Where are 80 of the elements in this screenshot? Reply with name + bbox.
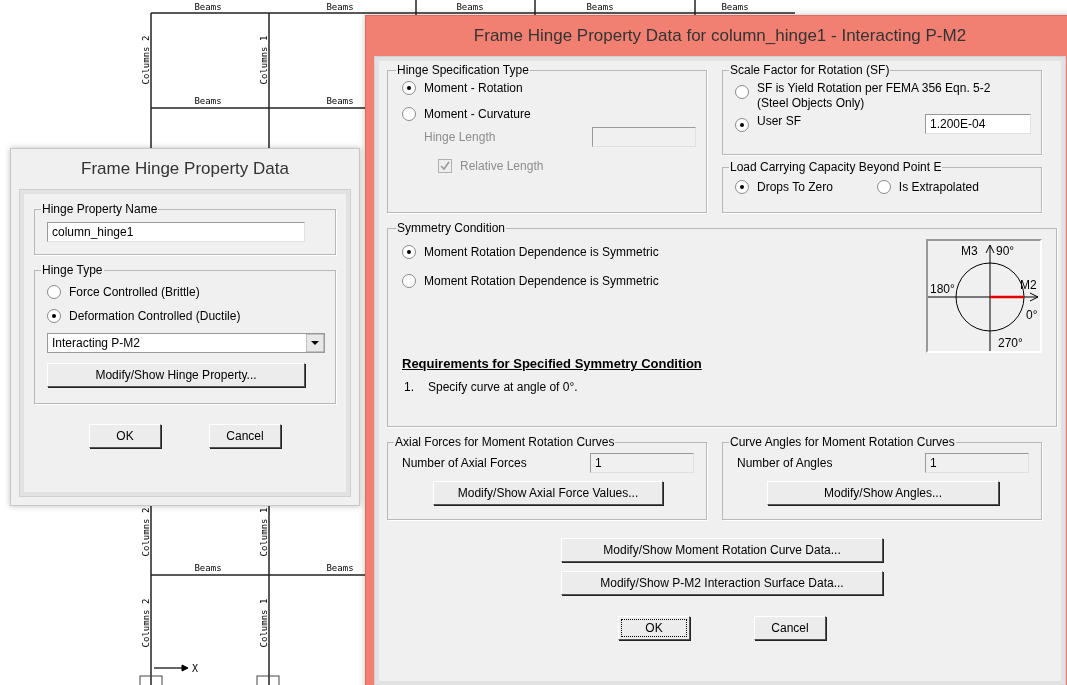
group-label: Axial Forces for Moment Rotation Curves [394, 435, 616, 449]
window-title: Frame Hinge Property Data for column_hinge1 - Interacting P-M2 [472, 25, 968, 47]
support-icon [139, 675, 163, 685]
column-label: Columns 1 [258, 35, 269, 85]
angle-label: 0° [1026, 308, 1038, 322]
column-label: Columns 1 [258, 598, 269, 648]
option-label: Drops To Zero [757, 180, 833, 194]
requirement-text: Specify curve at angle of 0°. [428, 380, 578, 394]
dropdown-arrow-icon [306, 334, 324, 352]
window-title: Frame Hinge Property Data [80, 158, 290, 180]
option-label: Moment Rotation Dependence is Symmetric [424, 274, 659, 288]
beam-label: Beams [194, 2, 222, 12]
radio-button[interactable] [735, 180, 749, 194]
support-icon [256, 675, 280, 685]
option-label: Relative Length [460, 159, 544, 173]
column-line [415, 0, 417, 16]
radio-button[interactable] [735, 118, 749, 132]
radio-button[interactable] [402, 274, 416, 288]
group-label: Symmetry Condition [396, 221, 507, 235]
option-label: Deformation Controlled (Ductile) [69, 309, 241, 323]
beam-label: Beams [326, 96, 354, 106]
name-field[interactable]: column_hinge1 [47, 222, 305, 242]
field-label: Number of Angles [737, 456, 833, 470]
beam-label: Beams [586, 2, 614, 12]
scale-factor-field[interactable]: 1.200E-04 [925, 114, 1031, 134]
dialog-button[interactable]: OK [89, 424, 161, 448]
option-label: Force Controlled (Brittle) [69, 285, 200, 299]
beam-label: Beams [456, 2, 484, 12]
column-line [694, 0, 696, 16]
radio-button[interactable] [735, 85, 749, 99]
hinge-length-field[interactable] [592, 127, 696, 147]
angle-label: 90° [996, 244, 1015, 258]
group-label: Hinge Property Name [41, 202, 159, 216]
angle-label: M3 [961, 244, 978, 258]
dialog-button[interactable]: OK [618, 616, 690, 640]
group-label: Hinge Specification Type [396, 63, 530, 77]
list-number: 1. [404, 380, 414, 394]
field-label: Hinge Length [424, 130, 496, 144]
beam-label: Beams [721, 2, 749, 12]
group-label: Hinge Type [41, 263, 104, 277]
modify-data-button[interactable]: Modify/Show P-M2 Interaction Surface Data... [561, 571, 883, 595]
x-axis-arrow [153, 664, 189, 672]
angle-label: 180° [930, 282, 955, 296]
column-label: Columns 2 [140, 507, 151, 557]
option-label: User SF [757, 114, 801, 128]
column-label: Columns 2 [140, 598, 151, 648]
radio-button[interactable] [47, 309, 61, 323]
option-label: Moment - Rotation [424, 81, 523, 95]
dialog-button[interactable]: Cancel [209, 424, 281, 448]
requirements-heading: Requirements for Specified Symmetry Condition [402, 356, 702, 371]
group-label: Scale Factor for Rotation (SF) [729, 63, 891, 77]
angle-label: 270° [998, 336, 1023, 350]
modify-hinge-button[interactable]: Modify/Show Hinge Property... [47, 363, 305, 387]
column-label: Columns 1 [258, 507, 269, 557]
modify-data-button[interactable]: Modify/Show Moment Rotation Curve Data... [561, 538, 883, 562]
hinge-type-dropdown[interactable]: Interacting P-M2 [47, 333, 325, 353]
option-label: Is Extrapolated [898, 180, 979, 194]
axial-force-values-button[interactable]: Modify/Show Axial Force Values... [433, 481, 663, 505]
beam-label: Beams [194, 563, 222, 573]
beam-label: Beams [326, 563, 354, 573]
field-label: Number of Axial Forces [402, 456, 527, 470]
angles-field[interactable]: 1 [925, 453, 1029, 473]
beam-label: Beams [194, 96, 222, 106]
radio-button[interactable] [876, 180, 891, 194]
group-label: Load Carrying Capacity Beyond Point E [729, 160, 943, 174]
axial-forces-field[interactable]: 1 [590, 453, 694, 473]
group-label: Curve Angles for Moment Rotation Curves [729, 435, 956, 449]
option-label: Moment Rotation Dependence is Symmetric [424, 245, 659, 259]
angle-label: M2 [1020, 278, 1037, 292]
radio-button[interactable] [402, 245, 416, 259]
dialog-button[interactable]: Cancel [754, 616, 826, 640]
option-label: SF is Yield Rotation per FEMA 356 Eqn. 5-2 [757, 81, 991, 95]
column-label: Columns 2 [140, 35, 151, 85]
axis-label: X [192, 663, 199, 674]
radio-button[interactable] [47, 285, 61, 299]
column-line [534, 0, 536, 16]
angles-button[interactable]: Modify/Show Angles... [767, 481, 999, 505]
option-label: Moment - Curvature [424, 107, 531, 121]
beam-label: Beams [326, 2, 354, 12]
option-note: (Steel Objects Only) [757, 96, 866, 110]
